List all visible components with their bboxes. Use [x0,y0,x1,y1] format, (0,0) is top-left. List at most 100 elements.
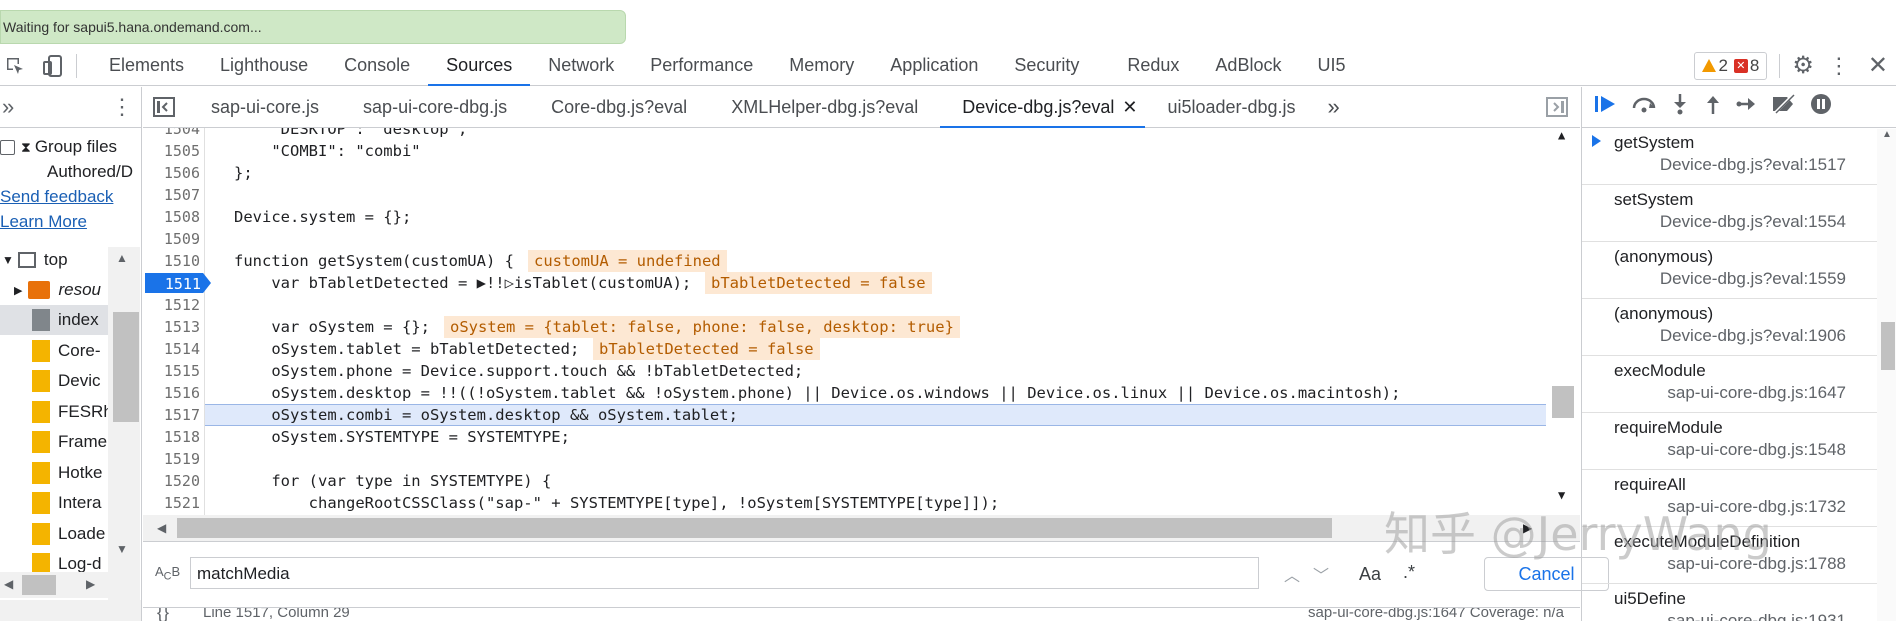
tab-redux[interactable]: Redux [1109,46,1197,85]
call-frame[interactable]: setSystem Device-dbg.js?eval:1554 [1582,186,1878,242]
send-feedback-link[interactable]: Send feedback [0,187,113,207]
more-tabs-icon[interactable]: » [2,94,14,120]
tab-console[interactable]: Console [326,46,428,85]
code-line[interactable]: 1507 [143,184,1547,206]
line-number[interactable]: 1510 [143,250,200,272]
code-line[interactable]: 1511 var bTabletDetected = ▶!!▷isTablet(… [143,272,1547,294]
code-line[interactable]: 1521 changeRootCSSClass("sap-" + SYSTEMT… [143,492,1547,514]
call-frame[interactable]: (anonymous) Device-dbg.js?eval:1559 [1582,243,1878,299]
tab-lighthouse[interactable]: Lighthouse [202,46,326,85]
code-line[interactable]: 1516 oSystem.desktop = !!((!oSystem.tabl… [143,382,1547,404]
previous-match-icon[interactable]: ︿ [1284,562,1300,586]
tree-item-index[interactable]: index [0,305,108,335]
code-h-scrollbar-thumb[interactable] [177,518,1332,538]
editor-tab[interactable]: sap-ui-core-dbg.js [341,87,529,127]
regex-button[interactable]: .* [1403,562,1415,583]
resume-icon[interactable] [1594,94,1618,120]
more-options-icon[interactable]: ⋮ [1828,53,1850,79]
line-number[interactable]: 1504 [143,128,200,140]
navigator-scrollbar[interactable] [108,247,140,621]
inspect-element-icon[interactable] [2,46,28,86]
tab-memory[interactable]: Memory [771,46,872,85]
tree-item-resources[interactable]: ▶ resou [0,275,108,305]
code-v-scrollbar-thumb[interactable] [1552,386,1574,418]
code-line[interactable]: 1513 var oSystem = {}; oSystem = {tablet:… [143,316,1547,338]
tree-item-top[interactable]: ▼ top [0,245,108,275]
code-editor[interactable]: 1504 "DESKTOP": "desktop", 1505 "COMBI": … [143,128,1580,515]
tree-item-file[interactable]: FESRh [0,397,108,427]
tab-network[interactable]: Network [530,46,632,85]
tree-item-file[interactable]: Loade [0,519,108,549]
call-frame[interactable]: getSystem Device-dbg.js?eval:1517 [1582,129,1878,185]
scroll-left-icon[interactable]: ◀ [4,577,13,591]
editor-tab[interactable]: ui5loader-dbg.js [1145,87,1317,127]
line-number[interactable]: 1520 [143,470,200,492]
toggle-navigator-icon[interactable] [143,87,189,127]
code-line[interactable]: 1512 [143,294,1547,316]
call-frame[interactable]: execModule sap-ui-core-dbg.js:1647 [1582,357,1878,413]
pause-on-exceptions-icon[interactable] [1810,93,1832,121]
scroll-right-icon[interactable]: ▶ [86,577,95,591]
gear-icon[interactable]: ⚙ [1792,51,1814,80]
match-case-button[interactable]: Aa [1359,564,1381,585]
scroll-up-icon[interactable]: ▲ [1558,128,1565,142]
more-tabs-icon[interactable]: » [1318,87,1350,127]
breakpoint-marker[interactable]: 1511 [145,273,211,293]
line-number[interactable]: 1517 [143,404,200,426]
scroll-up-icon[interactable]: ▲ [116,251,128,265]
tab-performance[interactable]: Performance [632,46,771,85]
next-match-icon[interactable]: ﹀ [1313,562,1329,586]
scroll-left-icon[interactable]: ◀ [157,521,166,535]
code-line[interactable]: 1517 oSystem.combi = oSystem.desktop && … [143,404,1547,426]
call-stack-scrollbar-thumb[interactable] [1881,322,1895,370]
tree-item-file[interactable]: Hotke [0,458,108,488]
line-number[interactable]: 1512 [143,294,200,316]
call-frame[interactable]: ui5Define sap-ui-core-dbg.js:1931 [1582,585,1878,621]
call-frame[interactable]: requireModule sap-ui-core-dbg.js:1548 [1582,414,1878,470]
search-input[interactable]: matchMedia [190,557,1259,589]
close-tab-icon[interactable]: ✕ [1122,97,1137,118]
code-v-scrollbar[interactable]: ▲ ▼ [1546,128,1580,515]
tree-item-file[interactable]: Intera [0,488,108,518]
tree-item-file[interactable]: Devic [0,366,108,396]
step-icon[interactable] [1736,94,1758,120]
editor-tab[interactable]: XMLHelper-dbg.js?eval [709,87,940,127]
code-line[interactable]: 1519 [143,448,1547,470]
device-toolbar-icon[interactable] [40,46,66,86]
editor-tab[interactable]: Core-dbg.js?eval [529,87,709,127]
line-number[interactable]: 1514 [143,338,200,360]
group-files-option[interactable]: ⧗ Group files [0,137,117,157]
code-line[interactable]: 1514 oSystem.tablet = bTabletDetected; bT… [143,338,1547,360]
code-line[interactable]: 1505 "COMBI": "combi" [143,140,1547,162]
line-number[interactable]: 1516 [143,382,200,404]
tree-item-file[interactable]: Core- [0,336,108,366]
tab-sources[interactable]: Sources [428,46,531,86]
line-number[interactable]: 1515 [143,360,200,382]
code-line[interactable]: 1510 function getSystem(customUA) {custom… [143,250,1547,272]
deactivate-breakpoints-icon[interactable] [1771,93,1797,120]
line-number[interactable]: 1506 [143,162,200,184]
line-number[interactable]: 1521 [143,492,200,514]
code-line[interactable]: 1504 "DESKTOP": "desktop", [143,128,1547,140]
line-number[interactable]: 1508 [143,206,200,228]
code-line[interactable]: 1509 [143,228,1547,250]
code-h-scrollbar[interactable]: ◀ ▶ [143,515,1580,541]
learn-more-link[interactable]: Learn More [0,212,87,232]
step-over-icon[interactable] [1631,94,1657,120]
replace-toggle-icon[interactable]: ACB [155,564,180,583]
group-files-checkbox[interactable] [0,139,15,155]
editor-tab[interactable]: sap-ui-core.js [189,87,341,127]
tab-elements[interactable]: Elements [91,46,202,85]
tab-adblock[interactable]: AdBlock [1197,46,1299,85]
tab-application[interactable]: Application [872,46,996,85]
scroll-down-icon[interactable]: ▼ [116,542,128,556]
code-line[interactable]: 1520 for (var type in SYSTEMTYPE) { [143,470,1547,492]
editor-tab[interactable]: Device-dbg.js?eval ✕ [940,87,1146,128]
h-scrollbar[interactable]: ◀ ▶ [0,572,108,598]
step-out-icon[interactable] [1703,93,1723,121]
toggle-debugger-icon[interactable] [1534,87,1580,127]
line-number[interactable]: 1505 [143,140,200,162]
format-icon[interactable]: {} [157,608,169,621]
line-number[interactable]: 1507 [143,184,200,206]
line-number[interactable]: 1513 [143,316,200,338]
